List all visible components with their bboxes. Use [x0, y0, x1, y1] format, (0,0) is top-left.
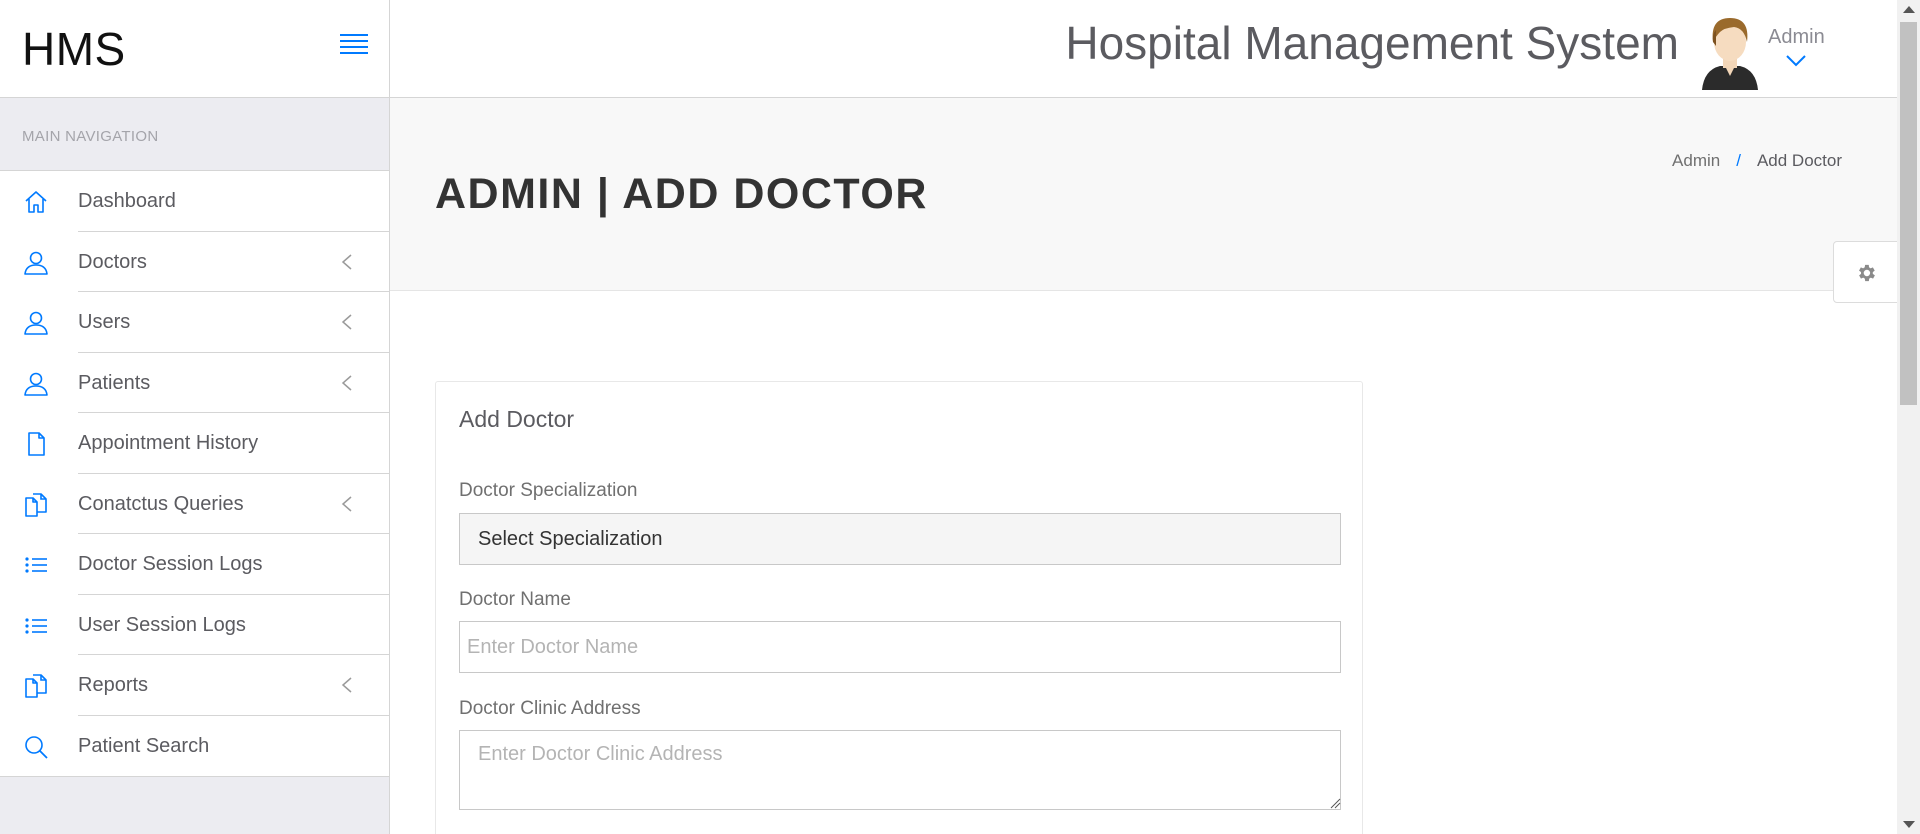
user-icon	[22, 309, 50, 337]
scroll-down-arrow-icon[interactable]	[1903, 821, 1915, 828]
sidebar-item-label: Doctor Session Logs	[78, 553, 263, 575]
app-title: Hospital Management System	[1065, 17, 1679, 69]
sidebar-item-reports[interactable]: Reports	[0, 655, 389, 716]
specialization-label: Doctor Specialization	[459, 480, 638, 501]
sidebar-item-label: Patients	[78, 371, 151, 394]
brand-logo[interactable]: HMS	[22, 22, 126, 76]
list-icon	[22, 612, 50, 640]
chevron-left-icon[interactable]	[340, 312, 354, 332]
sidebar-item-label: User Session Logs	[78, 613, 246, 636]
top-bar: Hospital Management System Admin	[390, 0, 1897, 98]
user-avatar[interactable]	[1700, 14, 1760, 90]
clinic-address-textarea[interactable]	[459, 730, 1341, 810]
breadcrumb-separator: /	[1736, 151, 1741, 170]
chevron-left-icon[interactable]	[340, 252, 354, 272]
chevron-down-icon[interactable]	[1785, 54, 1807, 68]
sidebar-item-label: Reports	[78, 674, 149, 696]
search-icon	[22, 733, 50, 761]
scroll-up-arrow-icon[interactable]	[1903, 6, 1915, 13]
files-icon	[22, 491, 50, 519]
chevron-left-icon[interactable]	[340, 675, 354, 695]
vertical-scrollbar[interactable]	[1897, 0, 1920, 834]
sidebar-item-users[interactable]: Users	[0, 292, 389, 353]
nav-section-header: MAIN NAVIGATION	[0, 98, 389, 171]
chevron-left-icon[interactable]	[340, 373, 354, 393]
sidebar-item-doctor-session-logs[interactable]: Doctor Session Logs	[0, 534, 389, 595]
sidebar-item-label: Dashboard	[78, 190, 176, 212]
files-icon	[22, 672, 50, 700]
sidebar-item-doctors[interactable]: Doctors	[0, 232, 389, 292]
sidebar-item-patient-search[interactable]: Patient Search	[0, 716, 389, 777]
file-icon	[22, 430, 50, 458]
user-icon	[22, 370, 50, 398]
sidebar-item-label: Patient Search	[78, 734, 210, 757]
brand-bar: HMS	[0, 0, 389, 98]
page-header: ADMIN | ADD DOCTOR Admin / Add Doctor	[390, 98, 1907, 303]
sidebar-item-label: Appointment History	[78, 432, 259, 454]
breadcrumb-current: Add Doctor	[1756, 151, 1842, 170]
main-navigation: Dashboard Doctors Users Patients Appointment…	[0, 171, 389, 777]
hamburger-menu-icon[interactable]	[340, 34, 368, 56]
sidebar-item-user-session-logs[interactable]: User Session Logs	[0, 595, 389, 655]
sidebar-item-appointment-history[interactable]: Appointment History	[0, 413, 389, 474]
sidebar: HMS MAIN NAVIGATION Dashboard Doctors User…	[0, 0, 390, 834]
scrollbar-thumb[interactable]	[1900, 22, 1917, 405]
sidebar-item-dashboard[interactable]: Dashboard	[0, 171, 389, 232]
home-icon	[22, 188, 50, 216]
specialization-select[interactable]: Select Specialization	[459, 513, 1341, 565]
clinic-address-label: Doctor Clinic Address	[459, 698, 641, 719]
doctor-name-label: Doctor Name	[459, 589, 571, 610]
sidebar-item-patients[interactable]: Patients	[0, 353, 389, 413]
add-doctor-panel: Add Doctor Doctor Specialization Select …	[435, 381, 1363, 834]
page-title: ADMIN | ADD DOCTOR	[435, 170, 928, 218]
user-name[interactable]: Admin	[1768, 26, 1825, 49]
main-content: ADMIN | ADD DOCTOR Admin / Add Doctor Add …	[390, 98, 1907, 834]
list-icon	[22, 551, 50, 579]
user-icon	[22, 249, 50, 277]
breadcrumb: Admin / Add Doctor	[1672, 151, 1842, 171]
breadcrumb-admin[interactable]: Admin	[1672, 151, 1720, 170]
sidebar-item-conatctus-queries[interactable]: Conatctus Queries	[0, 474, 389, 534]
panel-title: Add Doctor	[459, 406, 575, 432]
resize-grip-icon[interactable]	[1329, 796, 1341, 809]
sidebar-item-label: Doctors	[78, 250, 147, 273]
sidebar-item-label: Users	[78, 311, 131, 333]
settings-button[interactable]	[1833, 241, 1907, 303]
gear-icon	[1859, 264, 1875, 282]
chevron-left-icon[interactable]	[340, 494, 354, 514]
doctor-name-input[interactable]	[459, 621, 1341, 673]
sidebar-item-label: Conatctus Queries	[78, 492, 244, 515]
